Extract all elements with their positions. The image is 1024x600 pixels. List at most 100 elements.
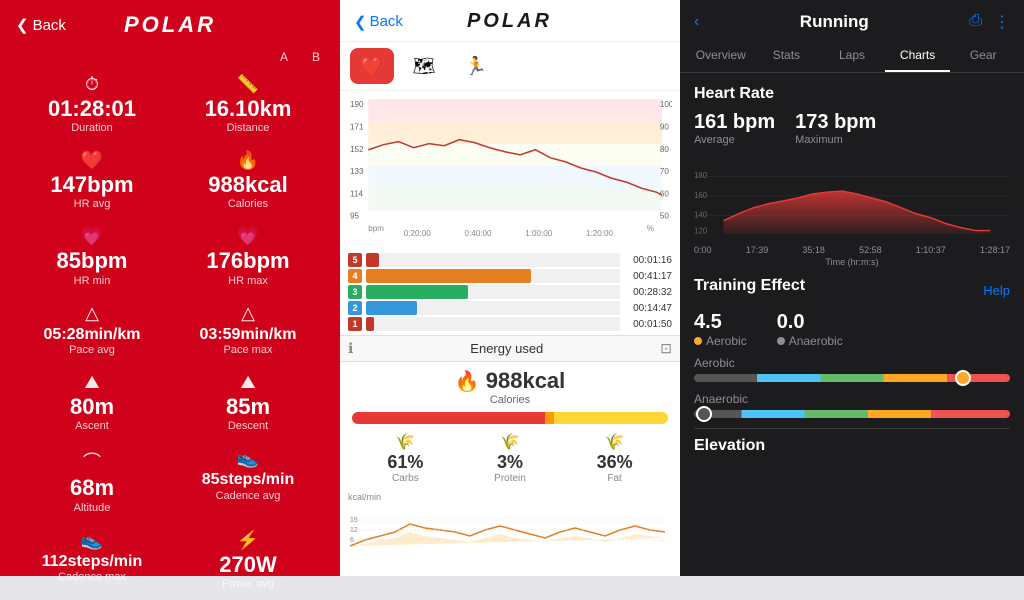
anaerobic-slider-track [694, 410, 1010, 418]
more-icon[interactable]: ⋮ [994, 12, 1010, 32]
anaerobic-slider-row: Anaerobic [694, 392, 1010, 418]
time-1: 17:39 [746, 245, 769, 255]
energy-label: Energy used [353, 341, 660, 356]
fat-icon: 🌾 [605, 432, 625, 452]
power-avg-label: Power avg [222, 578, 274, 590]
te-values: 4.5 Aerobic 0.0 Anaerobic [694, 311, 1010, 348]
tab-map[interactable]: 🗺 [402, 48, 446, 84]
zone-row-2: 2 00:14:47 [348, 301, 672, 315]
tab-charts[interactable]: Charts [885, 40, 951, 72]
tab-stats[interactable]: Stats [754, 40, 820, 72]
svg-text:140: 140 [694, 211, 708, 220]
svg-text:114: 114 [350, 189, 363, 198]
tab-heart-rate[interactable]: ❤️ [350, 48, 394, 84]
back-button-panel1[interactable]: ❮ Back [16, 16, 66, 34]
elevation-section: Elevation [694, 428, 1010, 455]
stat-calories: 🔥 988kcal Calories [172, 144, 324, 216]
duration-value: 01:28:01 [48, 97, 136, 121]
tab-laps[interactable]: Laps [819, 40, 885, 72]
zone-4-num: 4 [348, 269, 362, 283]
zone-section: 5 00:01:16 4 00:41:17 3 00:28:32 2 0 [340, 251, 680, 335]
te-help-button[interactable]: Help [983, 283, 1010, 298]
aerobic-slider-thumb[interactable] [955, 370, 971, 386]
zone-row-1: 1 00:01:50 [348, 317, 672, 331]
time-0: 0:00 [694, 245, 712, 255]
pace-avg-value: 05:28min/km [44, 326, 141, 344]
label-a: A [280, 50, 288, 64]
fat-pct: 36% [597, 452, 633, 473]
altitude-icon: ⌒ [83, 448, 101, 474]
zone-5-num: 5 [348, 253, 362, 267]
macro-bar [352, 412, 668, 424]
stat-cadence-max: 👟 112steps/min Cadence max [16, 524, 168, 596]
descent-icon: ⛰ [240, 372, 255, 393]
zone-2-time: 00:14:47 [624, 303, 672, 314]
pace-max-icon: △ [241, 303, 255, 324]
cadence-avg-icon: 👟 [237, 448, 259, 469]
stat-pace-avg: △ 05:28min/km Pace avg [16, 297, 168, 363]
tab-running[interactable]: 🏃 [454, 48, 498, 84]
anaerobic-slider-thumb[interactable] [696, 406, 712, 422]
pace-max-value: 03:59min/km [200, 326, 297, 344]
aerobic-label: Aerobic [694, 334, 747, 348]
run-tab-icon: 🏃 [465, 56, 487, 77]
time-3: 52:58 [859, 245, 882, 255]
time-axis-label: Time (hr:m:s) [694, 257, 1010, 267]
polar-logo-panel1: POLAR [124, 12, 216, 38]
tab-gear[interactable]: Gear [950, 40, 1016, 72]
zone-1-time: 00:01:50 [624, 319, 672, 330]
cadence-max-icon: 👟 [81, 530, 103, 551]
aerobic-slider-row: Aerobic [694, 356, 1010, 382]
energy-kcal: 🔥 988kcal [352, 368, 668, 394]
heart-min-icon: 💗 [81, 226, 103, 247]
elevation-title: Elevation [694, 437, 1010, 455]
fire-icon2: 🔥 [455, 371, 480, 393]
svg-text:133: 133 [350, 167, 364, 176]
chevron-left-icon: ❮ [16, 16, 29, 34]
pace-max-label: Pace max [224, 344, 273, 356]
macro-fat: 🌾 36% Fat [597, 432, 633, 484]
heart-icon: ❤️ [81, 150, 103, 171]
back-button-panel2[interactable]: ❮ Back [354, 13, 403, 31]
protein-bar [545, 412, 554, 424]
hr-chart-area: 190 171 152 133 114 95 100 90 80 70 60 5… [340, 91, 680, 251]
tab-overview[interactable]: Overview [688, 40, 754, 72]
protein-icon: 🌾 [500, 432, 520, 452]
svg-text:50: 50 [660, 212, 670, 221]
hr-maximum: 173 bpm Maximum [795, 111, 876, 146]
kcal-chart: kcal/min 6 12 15 [340, 490, 680, 557]
descent-label: Descent [228, 420, 268, 432]
hr-section-title: Heart Rate [694, 85, 1010, 103]
svg-text:95: 95 [350, 212, 360, 221]
anaerobic-dot [777, 337, 785, 345]
te-anaerobic: 0.0 Anaerobic [777, 311, 843, 348]
svg-text:100: 100 [660, 100, 672, 109]
svg-text:180: 180 [694, 171, 708, 180]
svg-text:15: 15 [350, 517, 358, 524]
altitude-label: Altitude [74, 502, 111, 514]
aerobic-slider-track [694, 374, 1010, 382]
cadence-avg-label: Cadence avg [216, 490, 281, 502]
share-icon[interactable]: ⎙ [969, 12, 982, 32]
svg-text:0:40:00: 0:40:00 [464, 229, 492, 238]
distance-icon: 📏 [237, 74, 259, 95]
te-section-title: Training Effect [694, 277, 805, 295]
zone-3-time: 00:28:32 [624, 287, 672, 298]
time-4: 1:10:37 [916, 245, 946, 255]
expand-icon[interactable]: ⊡ [660, 340, 672, 357]
hr-avg-value-p3: 161 bpm [694, 111, 775, 134]
svg-text:80: 80 [660, 145, 670, 154]
svg-text:12: 12 [350, 527, 358, 534]
distance-value: 16.10km [205, 97, 292, 121]
svg-text:190: 190 [350, 100, 364, 109]
power-avg-value: 270W [219, 553, 276, 577]
svg-text:6: 6 [350, 537, 354, 544]
aerobic-slider-label: Aerobic [694, 356, 1010, 370]
fire-icon: 🔥 [237, 150, 259, 171]
zone-3-num: 3 [348, 285, 362, 299]
stat-hr-avg: ❤️ 147bpm HR avg [16, 144, 168, 216]
hr-min-value: 85bpm [57, 249, 128, 273]
zone-2-bar [366, 301, 417, 315]
charts-panel: ❮ Back POLAR ❤️ 🗺 🏃 190 171 [340, 0, 680, 576]
zone-row-3: 3 00:28:32 [348, 285, 672, 299]
